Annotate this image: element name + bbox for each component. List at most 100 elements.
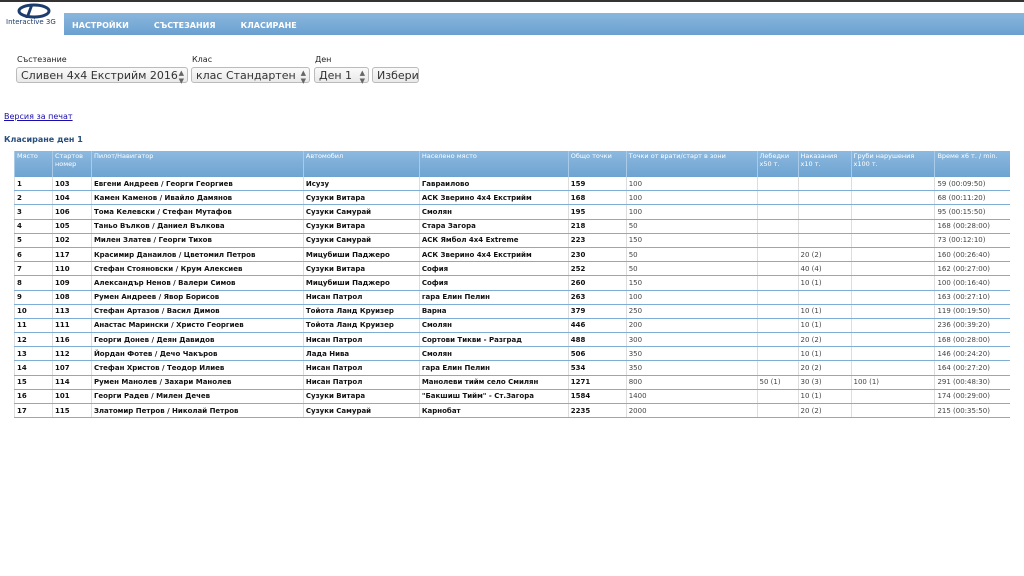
table-cell: 10 (1) (797, 304, 851, 319)
select-button[interactable]: Избери (372, 67, 419, 83)
table-cell (756, 177, 799, 192)
table-row: 14 107 Стефан Христов / Теодор Илиев Нисан … (14, 360, 1010, 376)
nav-ranking[interactable]: КЛАСИРАНЕ (241, 15, 297, 37)
table-cell (756, 389, 799, 405)
table-row: 1 103 Евгени Андреев / Георги Георгиев Исуз… (14, 177, 1010, 192)
table-row: 3 106 Тома Келевски / Стефан Мутафов Сузуки… (14, 204, 1010, 220)
table-cell: 13 (14, 346, 53, 362)
table-cell (756, 346, 799, 362)
table-cell (756, 332, 799, 348)
table-cell: 10 (1) (797, 346, 851, 362)
table-cell: 116 (51, 332, 92, 348)
table-cell: 168 (567, 190, 627, 206)
table-cell: Карнобат (418, 403, 569, 419)
table-cell (756, 204, 799, 220)
table-cell: Нисан Патрол (302, 290, 420, 305)
table-cell: 117 (51, 247, 92, 263)
column-header: Автомобил (302, 151, 420, 177)
table-cell: Мицубиши Паджеро (302, 275, 420, 291)
table-cell: 59 (00:09:50) (934, 177, 1010, 192)
table-cell: 107 (51, 360, 92, 376)
main-nav: НАСТРОЙКИ СЪСТЕЗАНИЯ КЛАСИРАНЕ (64, 13, 1024, 35)
table-cell (797, 219, 851, 234)
table-cell: 106 (51, 204, 92, 220)
table-cell: 100 (625, 190, 758, 206)
table-cell: 40 (4) (797, 261, 851, 277)
table-cell: 174 (00:29:00) (934, 389, 1010, 405)
table-cell: Сузуки Самурай (302, 233, 420, 248)
table-cell (850, 290, 935, 305)
table-cell (850, 318, 935, 334)
logo-text: Interactive 3G (6, 18, 56, 26)
table-cell: 14 (14, 360, 53, 376)
class-select[interactable]: клас Стандартен ▲ ▼ (191, 67, 310, 85)
table-cell: Стефан Стояновски / Крум Алексиев (90, 261, 304, 277)
table-cell (756, 261, 799, 277)
table-cell (850, 261, 935, 277)
table-cell: 230 (567, 247, 627, 263)
table-cell (850, 275, 935, 291)
table-cell: 100 (625, 177, 758, 192)
class-label: Клас (192, 55, 213, 64)
table-cell: Сузуки Витара (302, 219, 420, 234)
class-value: клас Стандартен (196, 69, 296, 82)
table-cell: 73 (00:12:10) (934, 233, 1010, 248)
day-select[interactable]: Ден 1 ▲ ▼ (314, 67, 369, 85)
top-border (0, 0, 1024, 2)
table-cell: 20 (2) (797, 403, 851, 419)
table-cell: Сузуки Самурай (302, 403, 420, 419)
table-cell: Нисан Патрол (302, 332, 420, 348)
table-cell: АСК Зверино 4x4 Екстрийм (418, 247, 569, 263)
table-cell: 218 (567, 219, 627, 234)
table-cell: 100 (625, 204, 758, 220)
table-cell: 68 (00:11:20) (934, 190, 1010, 206)
table-cell: 163 (00:27:10) (934, 290, 1010, 305)
day-label: Ден (315, 55, 332, 64)
nav-competitions[interactable]: СЪСТЕЗАНИЯ (154, 15, 216, 37)
table-cell: 1400 (625, 389, 758, 405)
table-cell: 263 (567, 290, 627, 305)
table-cell (797, 233, 851, 248)
nav-settings[interactable]: НАСТРОЙКИ (72, 15, 129, 37)
table-cell: Александър Ненов / Валери Симов (90, 275, 304, 291)
table-cell (756, 219, 799, 234)
table-cell: 119 (00:19:50) (934, 304, 1010, 319)
table-row: 5 102 Милен Златев / Георги Тихов Сузуки Са… (14, 233, 1010, 248)
column-header: Място (14, 151, 53, 177)
table-cell: 104 (51, 190, 92, 206)
table-cell: Евгени Андреев / Георги Георгиев (90, 177, 304, 192)
table-cell (850, 360, 935, 376)
table-cell: 100 (1) (850, 375, 935, 390)
table-cell (756, 190, 799, 206)
column-header: Пилот/Навигатор (90, 151, 304, 177)
column-header: Населено място (418, 151, 569, 177)
table-cell: Георги Донев / Деян Давидов (90, 332, 304, 348)
print-version-link[interactable]: Версия за печат (4, 112, 73, 121)
table-cell: 1 (14, 177, 53, 192)
ranking-title: Класиране ден 1 (4, 135, 83, 144)
table-cell: 6 (14, 247, 53, 263)
table-cell (756, 304, 799, 319)
table-cell: Златомир Петров / Николай Петров (90, 403, 304, 419)
table-cell (797, 204, 851, 220)
table-cell: 159 (567, 177, 627, 192)
table-cell: София (418, 275, 569, 291)
table-cell: 8 (14, 275, 53, 291)
column-header: Стартов номер (51, 151, 92, 177)
table-row: 6 117 Красимир Данаилов / Цветомил Петров М… (14, 247, 1010, 263)
table-cell: 164 (00:27:20) (934, 360, 1010, 376)
column-header: Наказания x10 т. (797, 151, 851, 177)
table-cell: 215 (00:35:50) (934, 403, 1010, 419)
table-cell (850, 204, 935, 220)
table-cell: 252 (567, 261, 627, 277)
table-cell: 10 (1) (797, 318, 851, 334)
competition-select[interactable]: Сливен 4x4 Екстрийм 2016 ▲ ▼ (16, 67, 188, 85)
table-cell: гара Елин Пелин (418, 290, 569, 305)
table-row: 11 111 Анастас Марински / Христо Георгиев Т… (14, 318, 1010, 334)
table-cell: 12 (14, 332, 53, 348)
table-cell: Смолян (418, 204, 569, 220)
logo[interactable]: Interactive 3G (4, 3, 64, 33)
table-cell: 102 (51, 233, 92, 248)
spinner-icon: ▲ ▼ (359, 69, 365, 85)
logo-icon (17, 3, 51, 19)
